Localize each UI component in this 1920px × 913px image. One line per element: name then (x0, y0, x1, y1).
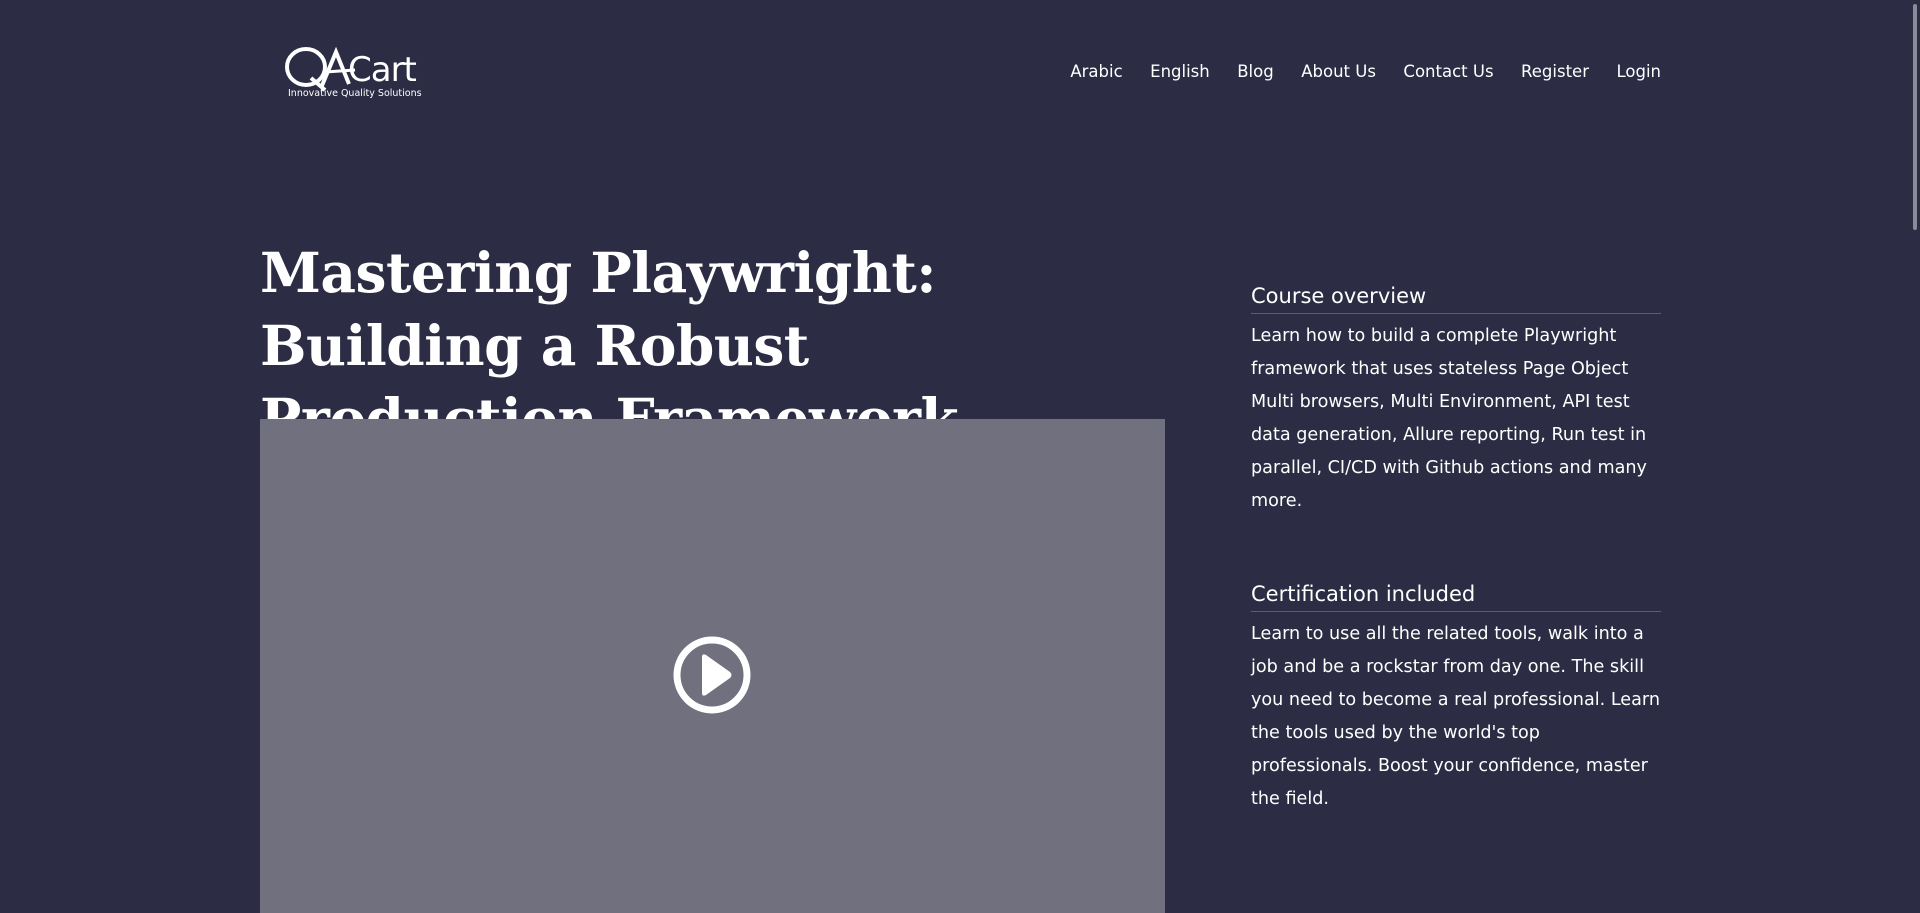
page: Cart Innovative Quality Solutions Arabic… (0, 0, 1920, 913)
nav-link-arabic[interactable]: Arabic (1070, 62, 1122, 81)
certification-text: Learn to use all the related tools, walk… (1251, 624, 1660, 809)
nav-link-contact-us[interactable]: Contact Us (1403, 62, 1493, 81)
nav-link-about-us[interactable]: About Us (1301, 62, 1376, 81)
course-sidebar: Course overview Learn how to build a com… (1251, 280, 1661, 876)
play-circle-icon[interactable] (672, 635, 752, 715)
nav-link-english[interactable]: English (1150, 62, 1210, 81)
logo-tagline: Innovative Quality Solutions (288, 88, 422, 99)
course-overview-heading: Course overview (1251, 280, 1661, 314)
certification-heading: Certification included (1251, 578, 1661, 612)
nav-link-login[interactable]: Login (1616, 62, 1661, 81)
course-overview-text: Learn how to build a complete Playwright… (1251, 326, 1647, 511)
logo-wordmark: Cart (348, 50, 417, 90)
course-overview-section: Course overview Learn how to build a com… (1251, 280, 1661, 518)
main-nav: Arabic English Blog About Us Contact Us … (1070, 62, 1661, 81)
nav-link-register[interactable]: Register (1521, 62, 1589, 81)
certification-section: Certification included Learn to use all … (1251, 578, 1661, 816)
nav-link-blog[interactable]: Blog (1237, 62, 1273, 81)
video-player[interactable] (260, 419, 1165, 913)
page-scrollbar[interactable] (1908, 0, 1920, 913)
scrollbar-thumb[interactable] (1913, 4, 1917, 230)
